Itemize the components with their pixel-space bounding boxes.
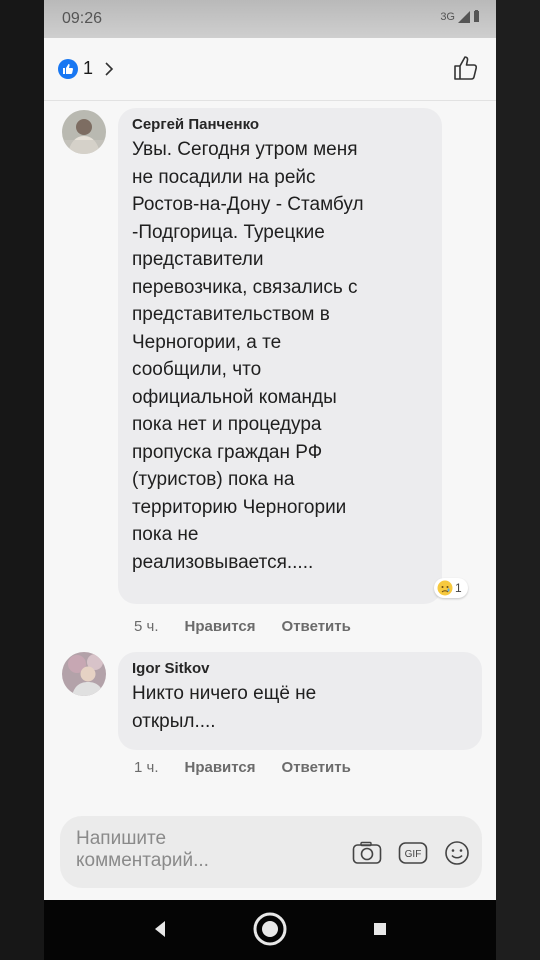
status-bar: 09:26 3G [44, 0, 496, 38]
comment-author[interactable]: Сергей Панченко [132, 116, 428, 133]
comment-input[interactable]: Напишите комментарий... GIF [60, 816, 482, 888]
comment-bubble[interactable]: Сергей Панченко Увы. Сегодня утром меня … [118, 108, 442, 604]
avatar-sergey[interactable] [62, 110, 106, 154]
gif-icon[interactable]: GIF [398, 841, 428, 865]
comment-text: Никто ничего ещё не открыл.... [132, 683, 317, 732]
recent-apps-icon[interactable] [374, 923, 386, 935]
background-right [496, 0, 540, 960]
comment-bubble[interactable]: Igor Sitkov Никто ничего ещё не открыл..… [118, 652, 482, 750]
status-time: 09:26 [62, 10, 103, 27]
reaction-summary[interactable]: 1 [58, 58, 114, 79]
comment-reaction-count: 1 [455, 581, 462, 595]
reactions-header: 1 [44, 38, 496, 101]
comment-input-placeholder: Напишите комментарий... [76, 828, 209, 871]
status-indicators: 3G [440, 10, 480, 23]
svg-text:GIF: GIF [405, 849, 422, 860]
sad-emoji-icon [437, 580, 453, 596]
avatar-igor[interactable] [62, 652, 106, 696]
chevron-right-icon [105, 61, 114, 76]
reply-button[interactable]: Ответить [282, 759, 351, 776]
home-icon[interactable] [252, 911, 288, 947]
back-icon[interactable] [154, 920, 166, 938]
reaction-count: 1 [83, 58, 94, 78]
comment-time: 1 ч. [134, 759, 159, 776]
like-reaction-icon [58, 58, 78, 79]
like-comment-button[interactable]: Нравится [185, 759, 256, 776]
reply-button[interactable]: Ответить [282, 618, 351, 635]
camera-icon[interactable] [352, 841, 382, 865]
comment-time: 5 ч. [134, 618, 159, 635]
android-navbar [44, 900, 496, 960]
comments-panel: 1 Сергей Панченко Увы. Сегодня утром мен… [44, 38, 496, 900]
comment-text: Увы. Сегодня утром меня не посадили на р… [132, 139, 364, 573]
background-left [0, 0, 44, 960]
comment-actions: 5 ч. Нравится Ответить [134, 618, 351, 635]
comment-actions: 1 ч. Нравится Ответить [134, 759, 351, 776]
signal-icon [458, 10, 470, 23]
like-outline-icon[interactable] [452, 54, 480, 82]
network-type: 3G [440, 10, 455, 23]
emoji-icon[interactable] [444, 840, 470, 866]
comment-author[interactable]: Igor Sitkov [132, 660, 468, 677]
like-comment-button[interactable]: Нравится [185, 618, 256, 635]
composer-icons: GIF [352, 840, 470, 866]
battery-icon [474, 10, 479, 22]
comment-reaction[interactable]: 1 [434, 578, 468, 598]
